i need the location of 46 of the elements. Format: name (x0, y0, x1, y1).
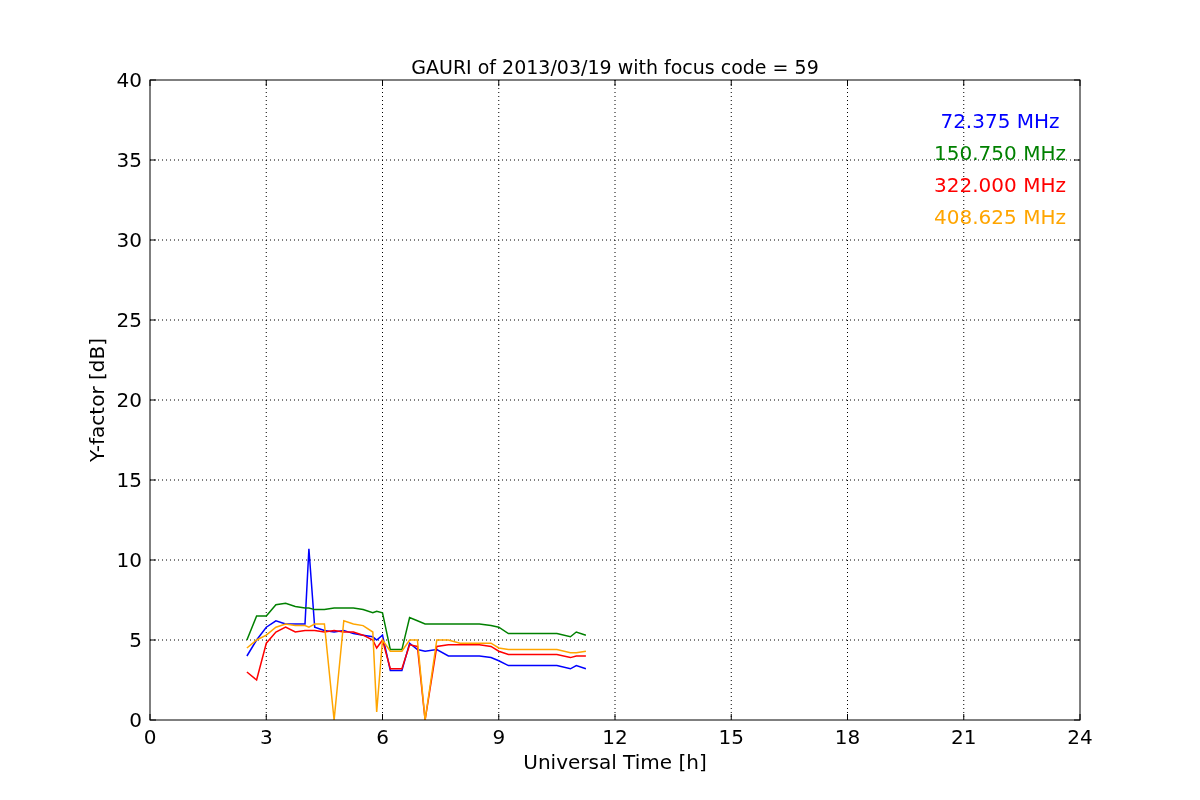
tick-mark (963, 79, 965, 87)
tick-mark (149, 479, 157, 481)
x-axis-label: Universal Time [h] (523, 750, 707, 774)
tick-label: 0 (143, 725, 157, 749)
tick-label: 12 (602, 725, 628, 749)
tick-mark (1073, 239, 1081, 241)
tick-mark (847, 79, 848, 87)
tick-mark (1073, 319, 1081, 321)
legend-label: 322.000 MHz (934, 173, 1066, 197)
tick-label: 6 (376, 725, 389, 749)
tick-mark (149, 399, 157, 401)
tick-mark (1073, 159, 1081, 161)
tick-label: 21 (951, 725, 977, 749)
tick-label: 3 (259, 725, 273, 749)
tick-label: 40 (116, 68, 142, 92)
y-axis-label: Y-factor [dB] (85, 338, 109, 462)
tick-label: 5 (129, 628, 142, 652)
tick-label: 25 (116, 308, 142, 332)
tick-mark (1073, 399, 1081, 401)
tick-mark (1073, 559, 1081, 561)
tick-mark (149, 239, 157, 241)
legend-label: 408.625 MHz (934, 205, 1066, 229)
tick-label: 0 (129, 708, 142, 732)
tick-label: 35 (116, 148, 142, 172)
tick-mark (730, 79, 732, 87)
tick-mark (498, 79, 500, 87)
tick-mark (149, 639, 157, 641)
tick-mark (1073, 479, 1081, 481)
tick-label: 24 (1067, 725, 1093, 749)
tick-mark (149, 159, 157, 161)
tick-mark (1073, 639, 1081, 641)
tick-label: 9 (492, 725, 506, 749)
tick-label: 10 (116, 548, 142, 572)
tick-mark (614, 79, 616, 87)
chart-title: GAURI of 2013/03/19 with focus code = 59 (411, 56, 819, 78)
tick-mark (382, 79, 383, 87)
legend-label: 72.375 MHz (940, 109, 1060, 133)
tick-label: 20 (116, 388, 142, 412)
tick-label: 15 (116, 468, 142, 492)
tick-label: 30 (116, 228, 142, 252)
tick-label: 15 (718, 725, 744, 749)
tick-mark (149, 319, 157, 321)
legend-label: 150.750 MHz (934, 141, 1066, 165)
tick-mark (149, 559, 157, 561)
tick-label: 18 (834, 725, 861, 749)
tick-mark (265, 79, 267, 87)
